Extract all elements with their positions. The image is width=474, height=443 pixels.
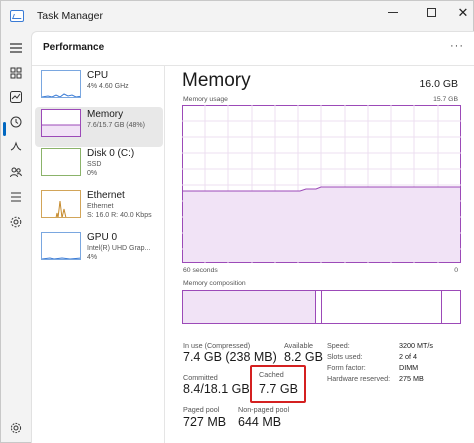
cached-label: Cached	[259, 370, 284, 379]
memory-total: 16.0 GB	[419, 78, 458, 90]
sidebar-item-ethernet[interactable]: Ethernet Ethernet S: 16.0 R: 40.0 Kbps	[35, 188, 163, 228]
memory-thumbnail	[41, 109, 81, 137]
performance-icon[interactable]	[7, 88, 25, 106]
details-icon[interactable]	[7, 188, 25, 206]
app-history-icon[interactable]	[7, 113, 25, 131]
available-value: 8.2 GB	[284, 350, 323, 364]
sidebar-item-name: Memory	[87, 109, 124, 120]
sidebar-item-name: Ethernet	[87, 190, 125, 201]
sidebar-item-detail: Intel(R) UHD Grap...	[87, 245, 151, 252]
sidebar-item-cpu[interactable]: CPU 4% 4.60 GHz	[35, 68, 163, 108]
committed-label: Committed	[183, 373, 218, 382]
time-end-label: 0	[454, 267, 458, 274]
detail-value: DIMM	[399, 363, 419, 372]
users-icon[interactable]	[7, 163, 25, 181]
task-manager-app-icon	[10, 10, 24, 22]
detail-label: Hardware reserved:	[327, 374, 391, 383]
settings-icon[interactable]	[7, 419, 25, 437]
memory-usage-max: 15.7 GB	[433, 96, 458, 103]
paged-pool-value: 727 MB	[183, 415, 227, 429]
disk-thumbnail	[41, 148, 81, 176]
sidebar-item-memory[interactable]: Memory 7.6/15.7 GB (48%)	[35, 107, 163, 147]
minimize-button[interactable]	[377, 1, 409, 23]
composition-in-use	[183, 291, 316, 323]
sidebar-item-detail: SSD	[87, 161, 102, 168]
sidebar-item-gpu[interactable]: GPU 0 Intel(R) UHD Grap... 4%	[35, 230, 163, 270]
services-icon[interactable]	[7, 213, 25, 231]
processes-icon[interactable]	[7, 64, 25, 82]
detail-label: Speed:	[327, 341, 350, 350]
memory-usage-label: Memory usage	[183, 96, 228, 103]
sidebar-item-name: GPU 0	[87, 232, 118, 243]
in-use-label: In use (Compressed)	[183, 341, 251, 350]
memory-composition-label: Memory composition	[183, 280, 246, 287]
non-paged-pool-label: Non-paged pool	[238, 405, 290, 414]
committed-value: 8.4/18.1 GB	[183, 382, 250, 396]
cached-value: 7.7 GB	[259, 382, 298, 396]
maximize-icon	[426, 7, 436, 17]
gpu-thumbnail	[41, 232, 81, 260]
active-indicator	[3, 122, 6, 136]
hamburger-icon[interactable]	[7, 39, 25, 57]
sidebar-item-detail: 4% 4.60 GHz	[87, 83, 129, 90]
in-use-value: 7.4 GB (238 MB)	[183, 350, 277, 364]
close-button[interactable]: ✕	[447, 1, 474, 23]
detail-label: Slots used:	[327, 352, 363, 361]
available-label: Available	[284, 341, 314, 350]
minimize-icon	[388, 11, 398, 13]
composition-standby	[323, 291, 442, 323]
device-list: CPU 4% 4.60 GHz Memory 7.6/15.7 GB (48%)…	[32, 66, 165, 443]
sidebar-item-name: Disk 0 (C:)	[87, 148, 135, 159]
sidebar-item-disk[interactable]: Disk 0 (C:) SSD 0%	[35, 146, 163, 186]
detail-label: Form factor:	[327, 363, 366, 372]
non-paged-pool-value: 644 MB	[238, 415, 282, 429]
memory-composition-bar	[182, 290, 461, 324]
close-icon: ✕	[457, 4, 469, 20]
window-title: Task Manager	[37, 10, 103, 22]
sidebar-item-detail: 0%	[87, 170, 98, 177]
time-span-label: 60 seconds	[183, 267, 218, 274]
detail-value: 2 of 4	[399, 352, 417, 361]
memory-usage-chart	[182, 105, 461, 265]
sidebar-item-detail: 4%	[87, 254, 98, 261]
sidebar-item-name: CPU	[87, 70, 109, 81]
sidebar-item-detail: S: 16.0 R: 40.0 Kbps	[87, 212, 152, 219]
detail-value: 275 MB	[399, 374, 424, 383]
startup-apps-icon[interactable]	[7, 138, 25, 156]
composition-modified	[317, 291, 322, 323]
ethernet-thumbnail	[41, 190, 81, 218]
more-options-button[interactable]: ···	[450, 40, 464, 52]
page-title: Performance	[43, 42, 105, 53]
cpu-thumbnail	[41, 70, 81, 98]
nav-rail	[1, 31, 31, 443]
title-bar: Task Manager ✕	[1, 1, 473, 31]
sidebar-item-detail: 7.6/15.7 GB (48%)	[87, 122, 145, 129]
paged-pool-label: Paged pool	[183, 405, 220, 414]
detail-value: 3200 MT/s	[399, 341, 433, 350]
sidebar-item-detail: Ethernet	[87, 203, 114, 210]
memory-title: Memory	[182, 70, 251, 91]
task-manager-window: Task Manager ✕ Performance ··· CPU 4% 4.…	[0, 0, 474, 443]
maximize-button[interactable]	[415, 1, 447, 23]
